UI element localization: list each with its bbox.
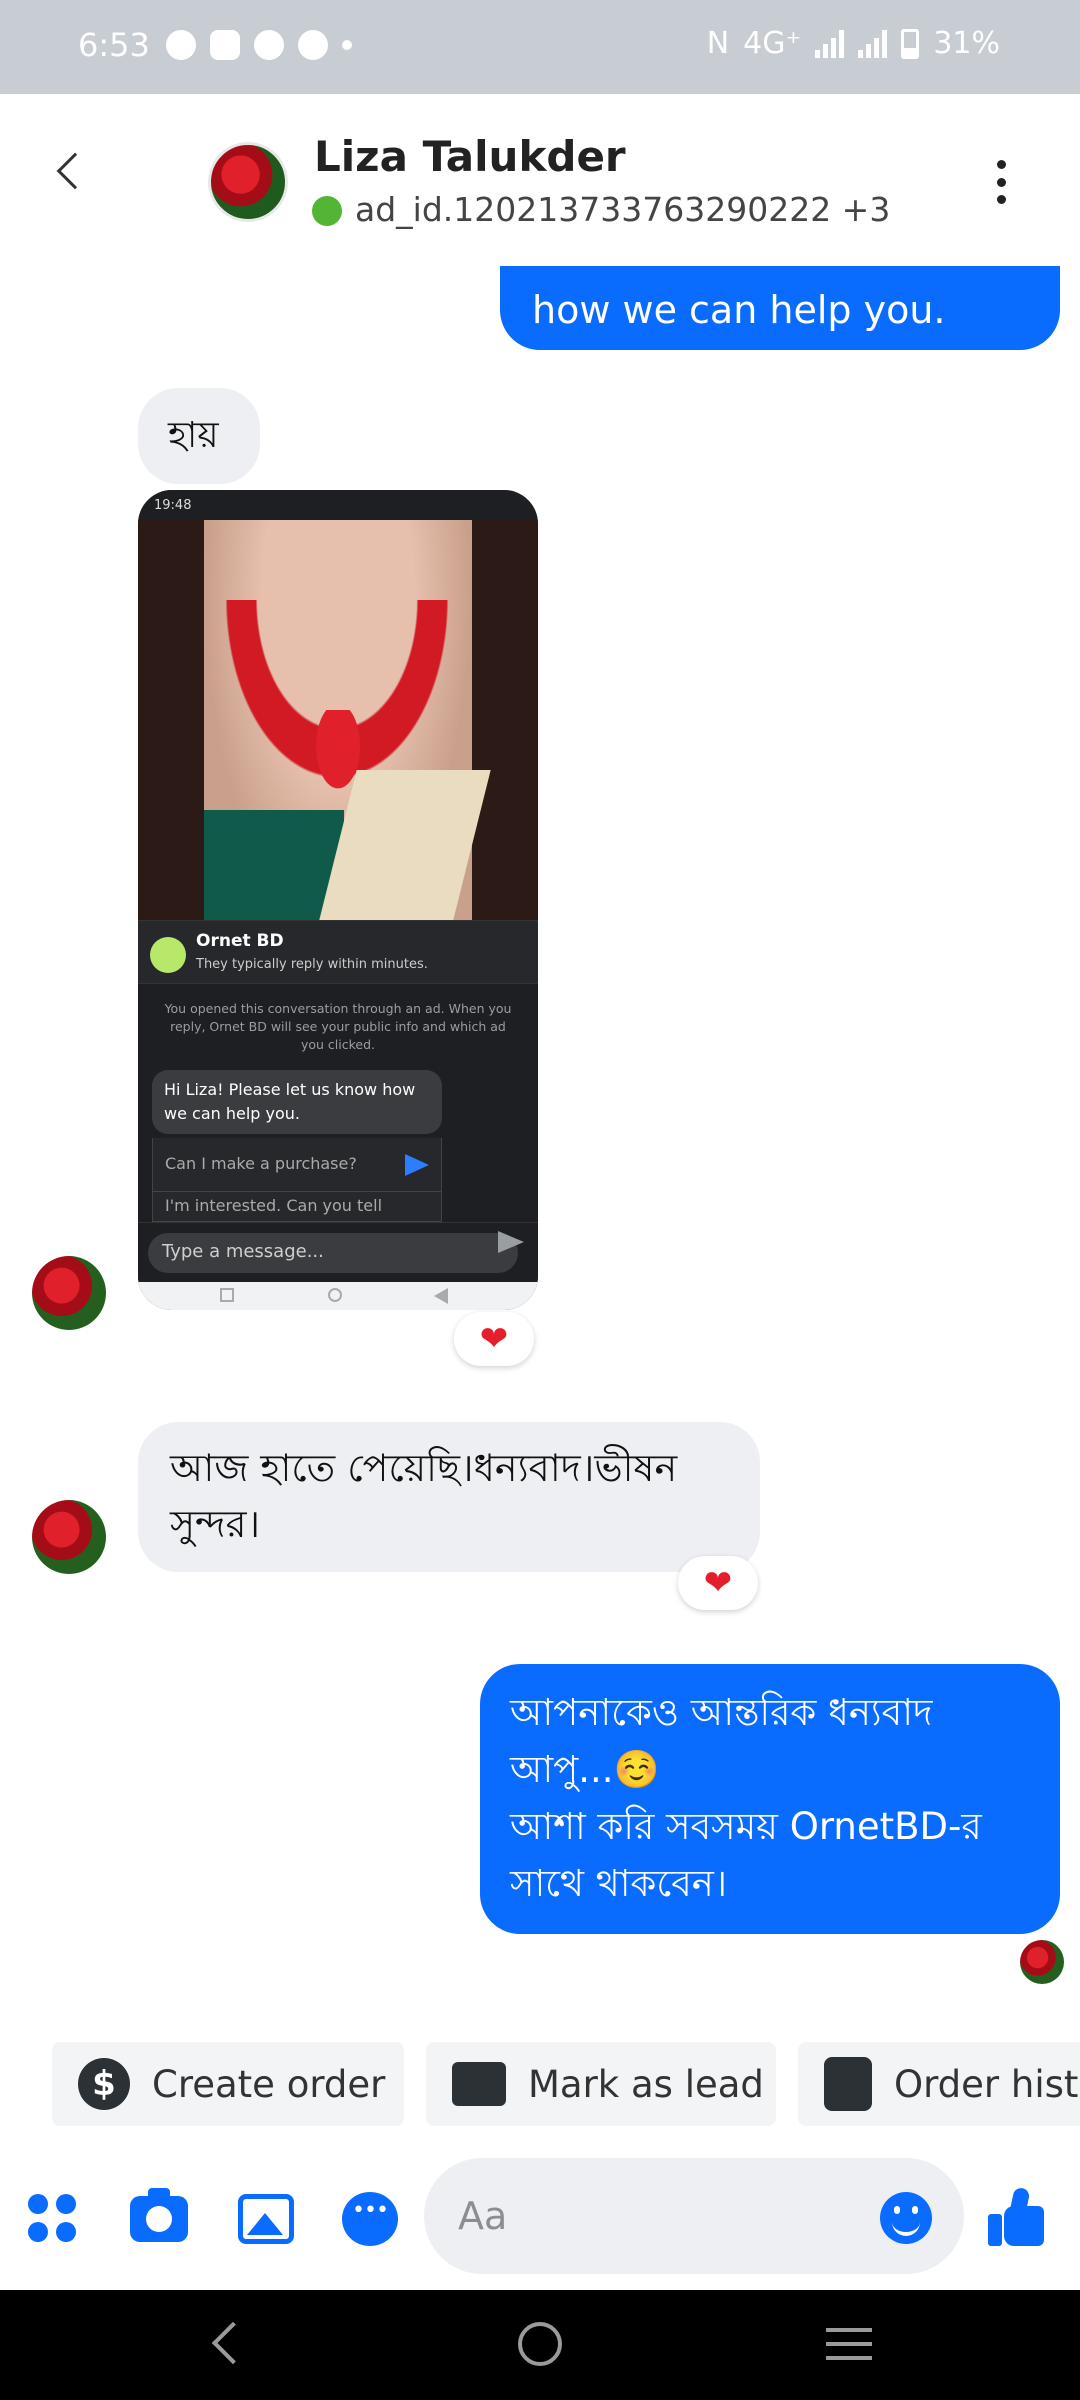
notification-icons	[166, 30, 352, 60]
screenshot-input: Type a message...	[148, 1233, 518, 1273]
outgoing-message-reply[interactable]: আপনাকেও আন্তরিক ধন্যবাদ আপু...☺️ আশা করি…	[480, 1664, 1060, 1934]
create-order-button[interactable]: $ Create order	[52, 2042, 404, 2126]
screenshot-page-info: Ornet BD They typically reply within min…	[138, 920, 538, 984]
network-type: 4G⁺	[743, 26, 802, 61]
incoming-message-hi[interactable]: হায়	[138, 388, 260, 484]
reaction-badge[interactable]: ❤	[454, 1312, 534, 1366]
screenshot-greeting: Hi Liza! Please let us know how we can h…	[152, 1070, 442, 1134]
opera-notification-icon	[298, 30, 328, 60]
list-icon	[824, 2057, 872, 2111]
status-right: N 4G⁺ 31%	[707, 26, 1000, 61]
shared-screenshot-image[interactable]: 19:48 Ornet BD They typically reply with…	[138, 490, 538, 1310]
send-icon	[405, 1154, 429, 1176]
seen-avatar	[1020, 1940, 1064, 1984]
message-list[interactable]: how we can help you. হায় 19:48 Ornet BD…	[0, 266, 1080, 2030]
signal-1-icon	[815, 29, 845, 58]
status-bar: 6:53 N 4G⁺ 31%	[0, 0, 1080, 94]
reaction-badge[interactable]: ❤	[678, 1556, 758, 1610]
order-history-label: Order hist	[894, 2062, 1079, 2106]
screenshot-ad-notice: You opened this conversation through an …	[164, 1001, 512, 1052]
incoming-message-received[interactable]: আজ হাতে পেয়েছি।ধন্যবাদ।ভীষন সুন্দর।	[138, 1422, 760, 1572]
screenshot-status-bar: 19:48	[138, 490, 538, 520]
messenger-notification-icon	[166, 30, 196, 60]
contact-avatar[interactable]	[208, 142, 288, 222]
screenshot-time: 19:48	[154, 498, 192, 513]
screenshot-nav-bar	[138, 1282, 538, 1310]
more-notifications-icon	[342, 40, 352, 50]
contact-avatar-small[interactable]	[32, 1500, 106, 1574]
id-card-icon	[452, 2062, 506, 2106]
signal-2-icon	[858, 29, 888, 58]
message-text: হায়	[168, 415, 219, 456]
apps-grid-icon[interactable]	[28, 2194, 78, 2244]
thumbs-up-icon[interactable]	[988, 2186, 1046, 2246]
screenshot-quick-reply: I'm interested. Can you tell	[152, 1192, 442, 1222]
composer-bar: Aa	[0, 2150, 1080, 2290]
nav-recents-icon[interactable]	[826, 2328, 872, 2360]
message-line: আপু...☺️	[510, 1748, 660, 1791]
online-status-icon	[312, 196, 342, 226]
screenshot-reply-time: They typically reply within minutes.	[196, 957, 428, 972]
contact-name[interactable]: Liza Talukder	[314, 132, 626, 181]
nav-back-icon[interactable]	[211, 2321, 255, 2365]
chat-bubble-icon[interactable]	[342, 2192, 398, 2246]
mark-as-lead-button[interactable]: Mark as lead	[426, 2042, 776, 2126]
screenshot-page-name: Ornet BD	[196, 931, 284, 951]
outgoing-message-greeting[interactable]: how we can help you.	[500, 266, 1060, 350]
more-options-icon[interactable]	[995, 160, 1007, 204]
heart-icon: ❤	[479, 1319, 509, 1359]
message-line: সাথে থাকবেন।	[510, 1862, 728, 1905]
screenshot-composer: Type a message...	[138, 1222, 538, 1282]
order-history-button[interactable]: Order hist	[798, 2042, 1080, 2126]
contact-ad-id: ad_id.120213733763290222 +3	[355, 190, 891, 229]
create-order-label: Create order	[152, 2062, 386, 2106]
nfc-icon: N	[706, 26, 730, 61]
battery-icon	[901, 28, 920, 59]
screenshot-quick-reply: Can I make a purchase?	[152, 1138, 442, 1192]
ornet-logo-icon	[150, 937, 186, 973]
contact-avatar-small[interactable]	[32, 1256, 106, 1330]
skype-notification-icon	[210, 30, 240, 60]
chat-header: Liza Talukder ad_id.120213733763290222 +…	[0, 94, 1080, 266]
status-time: 6:53	[78, 26, 150, 64]
send-icon	[498, 1231, 524, 1253]
dollar-icon: $	[78, 2058, 130, 2110]
heart-icon: ❤	[703, 1563, 733, 1603]
system-nav-bar	[0, 2290, 1080, 2400]
mark-as-lead-label: Mark as lead	[528, 2062, 764, 2106]
necklace-photo	[138, 520, 538, 920]
message-line: আজ হাতে পেয়েছি।ধন্যবাদ।ভীষন	[170, 1446, 678, 1490]
gallery-icon[interactable]	[238, 2194, 294, 2244]
app-notification-icon	[254, 30, 284, 60]
battery-level: 31%	[933, 26, 1000, 61]
message-line: সুন্দর।	[170, 1502, 261, 1546]
emoji-icon[interactable]	[880, 2192, 932, 2244]
back-arrow-icon[interactable]	[56, 152, 94, 190]
message-line: আপনাকেও আন্তরিক ধন্যবাদ	[510, 1691, 933, 1734]
message-text: how we can help you.	[532, 288, 946, 332]
message-line: আশা করি সবসময় OrnetBD-র	[510, 1805, 982, 1848]
camera-icon[interactable]	[130, 2188, 188, 2242]
nav-home-icon[interactable]	[518, 2322, 562, 2366]
